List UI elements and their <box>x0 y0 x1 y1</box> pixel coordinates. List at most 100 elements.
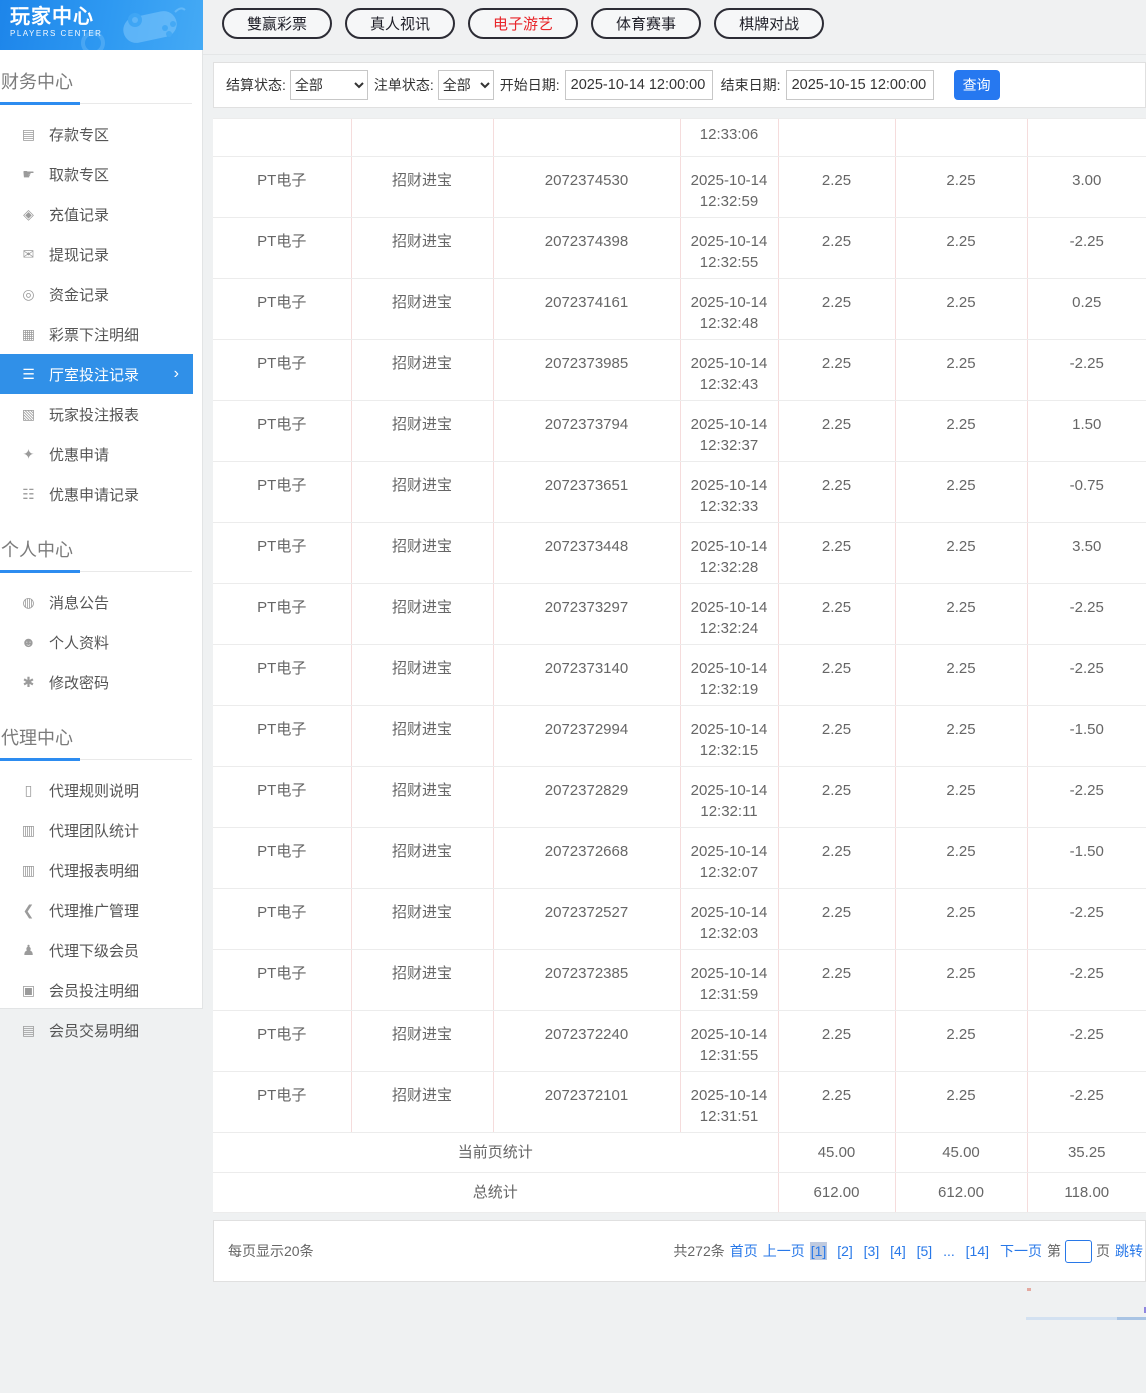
page-number-link[interactable]: [1] <box>809 1242 828 1260</box>
sidebar-section: 代理中心 ▯ 代理规则说明 ▥ 代理团队统计 ▥ 代理报表明细 ❮ 代理推广管理… <box>0 712 202 1054</box>
cell-profit <box>1027 119 1146 157</box>
sidebar-item[interactable]: ✱ 修改密码 <box>0 662 193 702</box>
summary-profit: 35.25 <box>1027 1132 1146 1173</box>
total-count-label: 共272条 <box>673 1243 725 1259</box>
cell-platform: PT电子 <box>213 461 352 523</box>
sidebar-item[interactable]: ◎ 资金记录 <box>0 274 193 314</box>
cell-platform: PT电子 <box>213 583 352 645</box>
tab[interactable]: 体育赛事 <box>591 8 702 39</box>
sidebar-item[interactable]: ▦ 彩票下注明细 <box>0 314 193 354</box>
tab[interactable]: 真人视讯 <box>345 8 456 39</box>
sidebar-item[interactable]: ◍ 消息公告 <box>0 582 193 622</box>
sidebar-item[interactable]: ♟ 代理下级会员 <box>0 930 193 970</box>
team-stats-icon: ▥ <box>21 821 36 838</box>
sidebar-item[interactable]: ◈ 充值记录 <box>0 194 193 234</box>
cell-profit: -1.50 <box>1027 705 1146 767</box>
members-icon: ♟ <box>22 941 35 958</box>
table-row: PT电子 招财进宝 2072374398 2025-10-14 12:32:55 … <box>213 217 1146 279</box>
sidebar-item[interactable]: ☰ 厅室投注记录 › <box>0 354 193 394</box>
sidebar-item[interactable]: ❮ 代理推广管理 <box>0 890 193 930</box>
cell-bet: 2.25 <box>778 644 896 706</box>
cell-valid: 2.25 <box>895 766 1028 828</box>
sidebar-item[interactable]: ☷ 优惠申请记录 <box>0 474 193 514</box>
cell-valid: 2.25 <box>895 583 1028 645</box>
end-date-input[interactable] <box>785 70 934 100</box>
cell-game: 招财进宝 <box>351 461 494 523</box>
cell-order: 2072372668 <box>493 827 681 889</box>
sidebar-item[interactable]: ▤ 会员交易明细 <box>0 1010 193 1050</box>
search-button[interactable]: 查询 <box>953 70 1000 100</box>
end-date-label: 结束日期: <box>720 77 781 93</box>
tab[interactable]: 雙赢彩票 <box>222 8 333 39</box>
sidebar-item[interactable]: ☻ 个人资料 <box>0 622 193 662</box>
cell-game: 招财进宝 <box>351 583 494 645</box>
page-number-link[interactable]: [2] <box>836 1242 854 1260</box>
tab[interactable]: 电子游艺 <box>468 8 579 39</box>
doc-icon: ▯ <box>24 781 33 798</box>
cell-bet: 2.25 <box>778 766 896 828</box>
cell-date: 2025-10-14 12:32:37 <box>680 400 779 462</box>
page-number-link[interactable]: [14] <box>965 1242 990 1260</box>
sidebar-section-title: 财务中心 <box>0 56 192 105</box>
prev-page-link[interactable]: 上一页 <box>763 1241 805 1261</box>
sidebar-item[interactable]: ▣ 会员投注明细 <box>0 970 193 1010</box>
cell-order: 2072372101 <box>493 1071 681 1133</box>
sidebar-item-label: 资金记录 <box>49 286 110 304</box>
sidebar-item[interactable]: ☛ 取款专区 <box>0 154 193 194</box>
sidebar-header: 玩家中心 PLAYERS CENTER <box>0 0 203 50</box>
player-report-icon: ▧ <box>21 405 36 422</box>
page-number-link[interactable]: [4] <box>889 1242 907 1260</box>
first-page-link[interactable]: 首页 <box>730 1241 758 1261</box>
next-page-link[interactable]: 下一页 <box>1000 1241 1042 1261</box>
cell-order: 2072373448 <box>493 522 681 584</box>
sidebar-item[interactable]: ✉ 提现记录 <box>0 234 193 274</box>
cell-game: 招财进宝 <box>351 278 494 340</box>
cell-bet: 2.25 <box>778 1010 896 1072</box>
funds-record-icon: ◎ <box>22 285 35 302</box>
cell-order: 2072373794 <box>493 400 681 462</box>
cell-game: 招财进宝 <box>351 400 494 462</box>
cell-bet: 2.25 <box>778 583 896 645</box>
cell-valid: 2.25 <box>895 827 1028 889</box>
cell-valid: 2.25 <box>895 339 1028 401</box>
sidebar-item-label: 代理下级会员 <box>49 942 140 960</box>
cell-valid: 2.25 <box>895 705 1028 767</box>
sidebar-item[interactable]: ▤ 存款专区 <box>0 114 193 154</box>
bell-icon: ◍ <box>22 593 35 610</box>
page-number-link[interactable]: [5] <box>916 1242 934 1260</box>
table-row: PT电子 招财进宝 2072373985 2025-10-14 12:32:43 … <box>213 339 1146 401</box>
sidebar-item[interactable]: ▥ 代理团队统计 <box>0 810 193 850</box>
page-number-link[interactable]: [3] <box>863 1242 881 1260</box>
cell-bet: 2.25 <box>778 400 896 462</box>
share-icon: ❮ <box>22 901 35 918</box>
cell-game: 招财进宝 <box>351 1010 494 1072</box>
sidebar-section-title: 个人中心 <box>0 524 192 573</box>
watermark-dot <box>1027 1288 1031 1291</box>
jump-page-input[interactable] <box>1065 1239 1092 1263</box>
page-number-link[interactable]: ... <box>942 1242 956 1260</box>
sidebar-item[interactable]: ✦ 优惠申请 <box>0 434 193 474</box>
sidebar-item[interactable]: ▧ 玩家投注报表 <box>0 394 193 434</box>
sidebar-item[interactable]: ▥ 代理报表明细 <box>0 850 193 890</box>
cell-game: 招财进宝 <box>351 766 494 828</box>
summary-row: 总统计 612.00 612.00 118.00 <box>213 1172 1146 1213</box>
settle-status-select[interactable]: 全部 <box>289 70 368 100</box>
cell-profit: -0.75 <box>1027 461 1146 523</box>
cell-platform: PT电子 <box>213 339 352 401</box>
summary-valid: 45.00 <box>895 1132 1028 1173</box>
sidebar: 玩家中心 PLAYERS CENTER 财务中心 ▤ 存款专区 ☛ 取款专区 ◈… <box>0 0 203 1040</box>
sidebar-item-label: 优惠申请记录 <box>49 486 140 504</box>
jump-button[interactable]: 跳转 <box>1115 1241 1143 1261</box>
cell-valid: 2.25 <box>895 156 1028 218</box>
cell-date: 2025-10-14 12:32:33 <box>680 461 779 523</box>
start-date-input[interactable] <box>564 70 713 100</box>
order-status-select[interactable]: 全部 <box>437 70 494 100</box>
cell-profit: -2.25 <box>1027 766 1146 828</box>
cell-profit: -1.50 <box>1027 827 1146 889</box>
table-row: PT电子 招财进宝 2072373140 2025-10-14 12:32:19 … <box>213 644 1146 706</box>
sidebar-item[interactable]: ▯ 代理规则说明 <box>0 770 193 810</box>
cell-bet: 2.25 <box>778 461 896 523</box>
cell-profit: -2.25 <box>1027 1010 1146 1072</box>
tab[interactable]: 棋牌对战 <box>714 8 825 39</box>
cell-valid: 2.25 <box>895 461 1028 523</box>
